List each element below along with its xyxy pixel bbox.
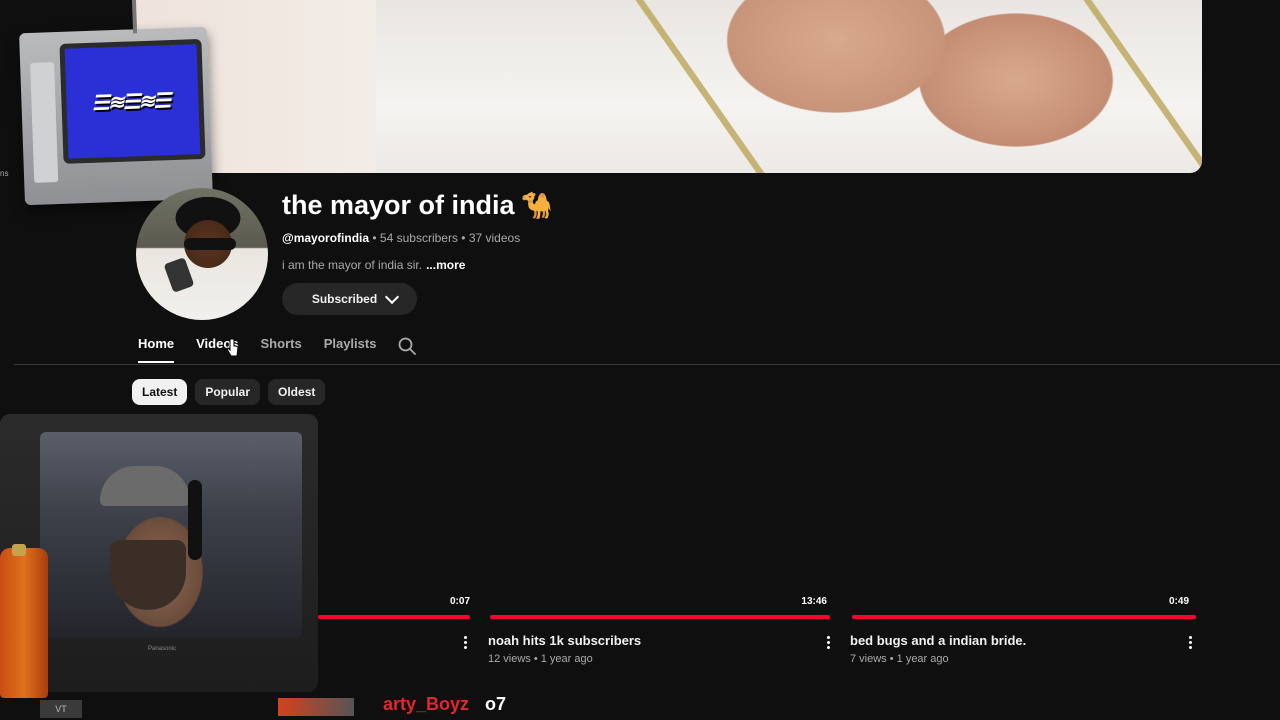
channel-banner — [136, 0, 1202, 173]
video-title[interactable]: bed bugs and a indian bride. — [850, 633, 1026, 648]
sort-chips: Latest Popular Oldest — [132, 379, 326, 405]
tab-playlists[interactable]: Playlists — [324, 336, 377, 363]
crt-side-panel — [30, 62, 59, 183]
bottle — [0, 548, 48, 698]
video-meta: 7 views • 1 year ago — [850, 653, 949, 665]
video-meta: 12 views • 1 year ago — [488, 653, 593, 665]
video-duration: 0:49 — [1168, 596, 1189, 607]
crt-logo-graphic: ☰≋☰≋☰ — [91, 87, 174, 115]
channel-meta: @mayorofindia • 54 subscribers • 37 vide… — [282, 231, 520, 245]
video-duration: 0:07 — [449, 596, 470, 607]
red-badge — [278, 698, 354, 716]
chat-username: arty_Boyz — [383, 694, 470, 714]
crt-screen: ☰≋☰≋☰ — [59, 38, 206, 164]
video-1-more-icon[interactable] — [457, 634, 473, 650]
tabs-divider — [14, 364, 1280, 365]
subscribed-button[interactable]: Subscribed — [282, 283, 417, 315]
watch-progress-bar — [490, 615, 830, 619]
avatar-phone — [163, 257, 195, 293]
bottle-cap — [12, 544, 26, 556]
video-card-3[interactable]: 0:49 — [852, 596, 1196, 619]
channel-name-text: the mayor of india — [282, 190, 515, 220]
channel-description[interactable]: i am the mayor of india sir. ...more — [282, 258, 465, 272]
chip-oldest[interactable]: Oldest — [268, 379, 326, 405]
video-card-2[interactable]: 13:46 — [490, 596, 830, 619]
chevron-down-icon — [385, 289, 400, 305]
video-duration: 13:46 — [801, 596, 827, 607]
description-text: i am the mayor of india sir. — [282, 258, 423, 272]
channel-tabs: Home Videos Shorts Playlists — [138, 336, 398, 363]
video-2-more-icon[interactable] — [820, 634, 836, 650]
chip-latest[interactable]: Latest — [132, 379, 188, 405]
mouse-cursor-icon — [226, 338, 239, 357]
headset-icon — [188, 480, 202, 560]
watch-progress-bar — [852, 615, 1196, 619]
vt-label: VT — [40, 700, 82, 718]
channel-title: the mayor of india 🐪 — [282, 190, 553, 221]
search-icon[interactable] — [398, 337, 416, 355]
subscribed-label: Subscribed — [311, 292, 378, 306]
tv-brand-label: Panasonic — [148, 646, 177, 652]
channel-avatar[interactable] — [136, 188, 268, 320]
video-title[interactable]: noah hits 1k subscribers — [488, 633, 641, 648]
channel-handle: @mayorofindia — [282, 231, 370, 245]
watch-progress-bar — [318, 615, 470, 619]
channel-stats: • 54 subscribers • 37 videos — [369, 231, 521, 245]
video-card-1[interactable]: 0:07 — [318, 596, 470, 619]
banner-gold-trim — [635, 0, 1202, 173]
camel-emoji: 🐪 — [520, 190, 553, 220]
edge-text: ns — [0, 169, 9, 178]
webcam-feed — [40, 432, 302, 638]
chip-popular[interactable]: Popular — [195, 379, 261, 405]
more-link[interactable]: ...more — [426, 258, 465, 272]
tab-home[interactable]: Home — [138, 336, 175, 363]
video-3-more-icon[interactable] — [1182, 634, 1198, 650]
tab-shorts[interactable]: Shorts — [261, 336, 302, 363]
chat-message: o7 — [485, 694, 507, 714]
crt-tv-overlay: ☰≋☰≋☰ — [19, 0, 213, 206]
avatar-glasses — [184, 238, 236, 250]
